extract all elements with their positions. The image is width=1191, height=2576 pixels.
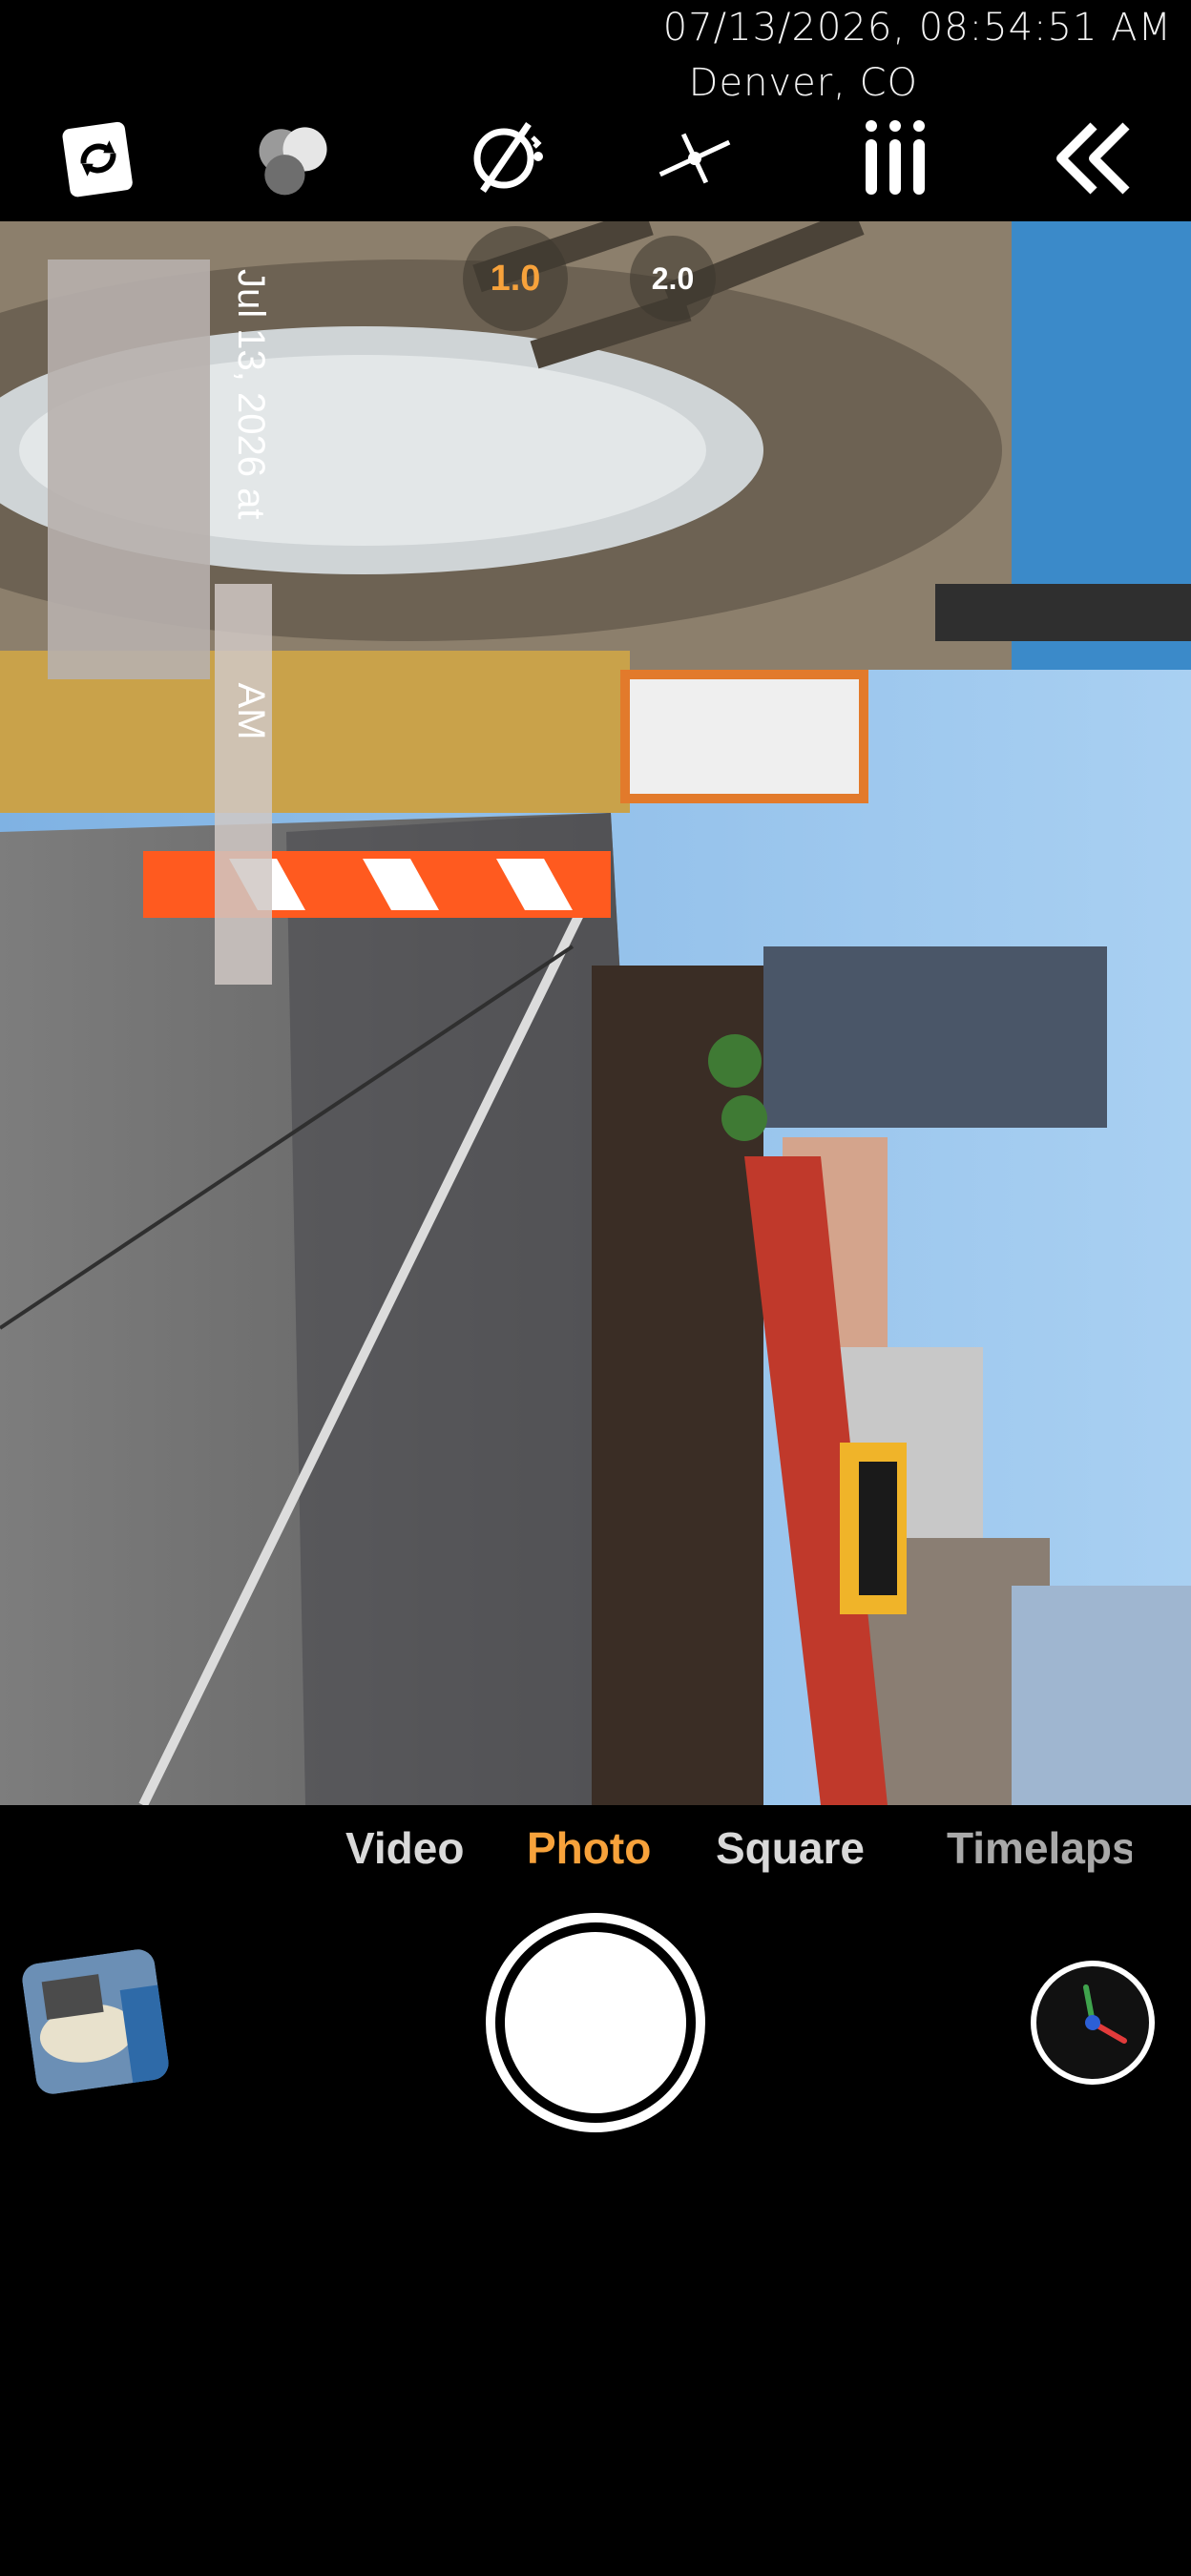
top-toolbar: 07/13/2026, 08:54:51 AM Denver, CO [0, 0, 1191, 221]
collapse-icon[interactable] [1048, 113, 1139, 204]
mode-video[interactable]: Video [345, 1822, 464, 1874]
shutter-button[interactable] [486, 1913, 705, 2132]
last-photo-thumbnail[interactable] [20, 1946, 171, 2097]
camera-viewfinder[interactable]: Jul 13, 2026 at AM 1.0 2.0 [0, 221, 1191, 1805]
overlay-date-text: Jul 13, 2026 at [230, 269, 272, 520]
zoom-1x-button[interactable]: 1.0 [463, 226, 568, 331]
photo-date-overlay: Jul 13, 2026 at AM [229, 269, 272, 880]
overlay-ampm-text: AM [230, 682, 272, 740]
level-icon[interactable] [649, 113, 741, 204]
mode-timelapse[interactable]: Timelapse [947, 1822, 1132, 1874]
mode-square[interactable]: Square [716, 1822, 865, 1874]
blurred-region [48, 260, 210, 679]
shutter-inner [505, 1932, 686, 2113]
flash-off-icon[interactable] [462, 113, 554, 204]
mode-photo[interactable]: Photo [527, 1822, 651, 1874]
grid-icon[interactable] [849, 113, 941, 204]
filters-icon[interactable] [248, 113, 340, 204]
timer-icon[interactable] [1031, 1961, 1155, 2085]
flip-camera-icon[interactable] [52, 113, 144, 204]
zoom-2x-button[interactable]: 2.0 [630, 236, 716, 322]
location-stamp: Denver, CO [688, 61, 918, 105]
datetime-stamp: 07/13/2026, 08:54:51 AM [662, 6, 1172, 50]
